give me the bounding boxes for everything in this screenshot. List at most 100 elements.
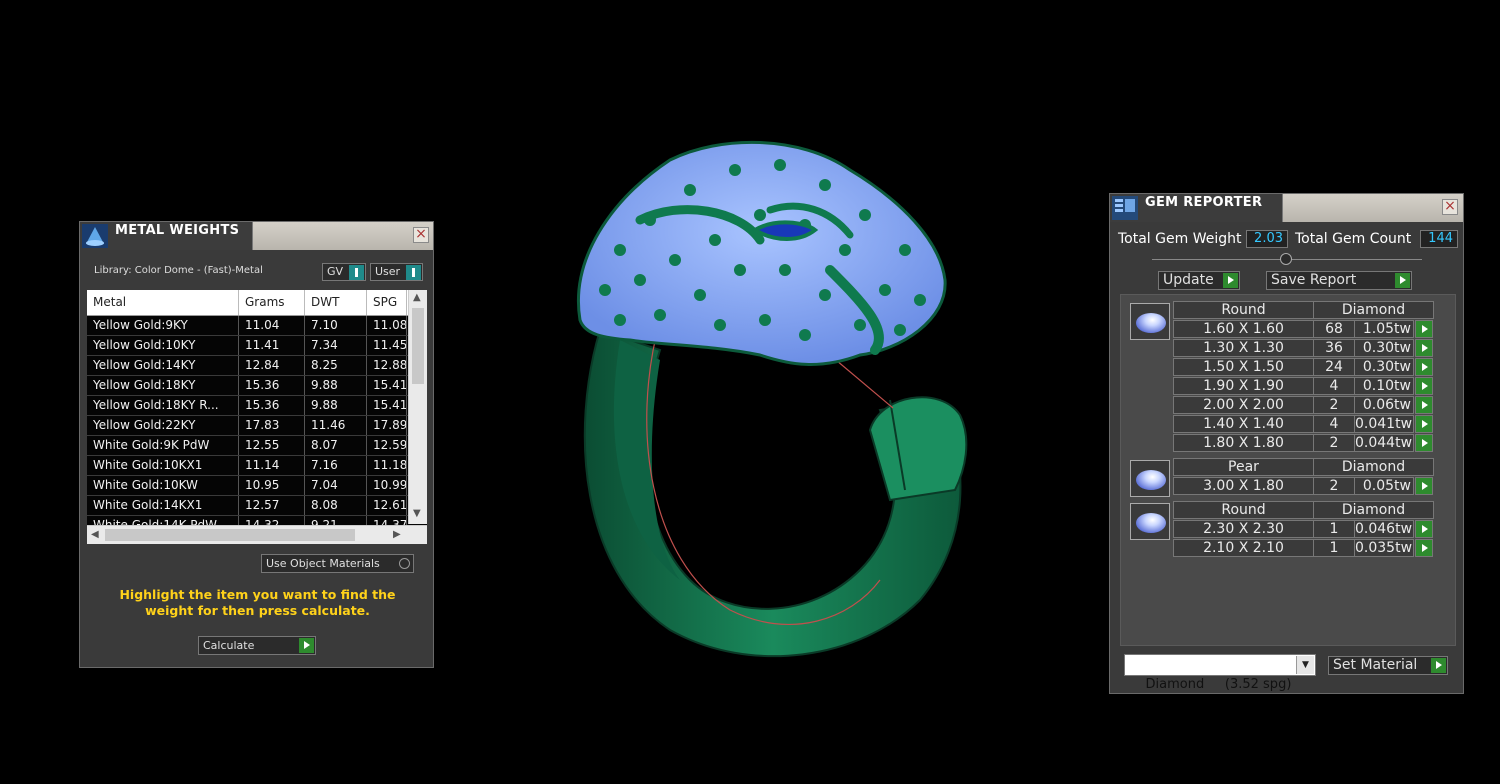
column-header-dwt[interactable]: DWT (305, 290, 367, 315)
vertical-scrollbar[interactable]: ▲ ▼ (408, 290, 427, 524)
scroll-thumb[interactable] (412, 308, 424, 384)
material-select[interactable]: Diamond (3.52 spg) ▼ (1124, 654, 1316, 692)
cell-spg: 12.88 (367, 356, 407, 375)
close-icon[interactable]: × (1442, 199, 1458, 215)
radio-icon (399, 558, 410, 569)
select-gem-arrow-icon[interactable] (1415, 358, 1433, 376)
play-arrow-icon (1422, 525, 1428, 533)
table-row[interactable]: White Gold:10KW 10.95 7.04 10.99 (87, 476, 427, 496)
table-row[interactable]: White Gold:14KX1 12.57 8.08 12.61 (87, 496, 427, 516)
select-gem-arrow-icon[interactable] (1415, 477, 1433, 495)
select-gem-arrow-icon[interactable] (1415, 396, 1433, 414)
horizontal-scrollbar[interactable]: ◀ ▶ (87, 525, 427, 544)
gem-shape-header: Pear (1173, 458, 1314, 476)
gem-size-cell: 1.40 X 1.40 (1173, 415, 1314, 433)
gem-count-cell: 68 (1313, 320, 1355, 338)
table-row[interactable]: Yellow Gold:10KY 11.41 7.34 11.45 (87, 336, 427, 356)
save-report-button[interactable]: Save Report (1266, 271, 1412, 290)
gem-count-cell: 2 (1313, 396, 1355, 414)
cell-dwt: 11.46 (305, 416, 367, 435)
scroll-thumb-horizontal[interactable] (105, 529, 355, 541)
column-header-grams[interactable]: Grams (239, 290, 305, 315)
table-row[interactable]: Yellow Gold:18KY R... 15.36 9.88 15.41 (87, 396, 427, 416)
gem-size-cell: 1.50 X 1.50 (1173, 358, 1314, 376)
cell-dwt: 9.88 (305, 376, 367, 395)
metal-app-icon (82, 224, 108, 248)
cell-metal: White Gold:10KW (87, 476, 239, 495)
play-arrow-icon (1422, 382, 1428, 390)
select-gem-arrow-icon[interactable] (1415, 434, 1433, 452)
gem-shape-icon[interactable] (1130, 503, 1170, 540)
cell-grams: 10.95 (239, 476, 305, 495)
cell-dwt: 8.07 (305, 436, 367, 455)
user-toggle[interactable]: User (370, 263, 423, 281)
select-gem-arrow-icon[interactable] (1415, 415, 1433, 433)
gem-size-cell: 2.10 X 2.10 (1173, 539, 1314, 557)
select-gem-arrow-icon[interactable] (1415, 320, 1433, 338)
slider-knob[interactable] (1280, 253, 1292, 265)
table-row[interactable]: Yellow Gold:14KY 12.84 8.25 12.88 (87, 356, 427, 376)
metal-weights-titlebar[interactable]: METAL WEIGHTS × (80, 222, 433, 250)
close-icon[interactable]: × (413, 227, 429, 243)
play-arrow-icon (1422, 420, 1428, 428)
calculate-button[interactable]: Calculate (198, 636, 316, 655)
table-row[interactable]: Yellow Gold:22KY 17.83 11.46 17.89 (87, 416, 427, 436)
total-gem-weight-value: 2.03 (1246, 230, 1288, 248)
play-arrow-icon (299, 638, 314, 653)
cell-metal: White Gold:9K PdW (87, 436, 239, 455)
play-arrow-icon (1223, 273, 1238, 288)
cell-spg: 10.99 (367, 476, 407, 495)
update-label: Update (1163, 272, 1214, 288)
table-row[interactable]: Yellow Gold:9KY 11.04 7.10 11.08 (87, 316, 427, 336)
gem-icon (1136, 470, 1166, 490)
total-gem-count-value: 144 (1420, 230, 1458, 248)
cell-grams: 12.57 (239, 496, 305, 515)
instruction-text: Highlight the item you want to find the … (119, 587, 396, 618)
cell-dwt: 7.10 (305, 316, 367, 335)
column-header-metal[interactable]: Metal (87, 290, 239, 315)
table-row[interactable]: White Gold:10KX1 11.14 7.16 11.18 (87, 456, 427, 476)
cell-dwt: 7.34 (305, 336, 367, 355)
ring-wire (829, 354, 894, 409)
select-gem-arrow-icon[interactable] (1415, 520, 1433, 538)
gem-weight-cell: 0.05tw (1354, 477, 1414, 495)
select-gem-arrow-icon[interactable] (1415, 339, 1433, 357)
select-gem-arrow-icon[interactable] (1415, 377, 1433, 395)
gem-shape-icon[interactable] (1130, 303, 1170, 340)
cell-dwt: 8.08 (305, 496, 367, 515)
play-arrow-icon (1422, 325, 1428, 333)
ring-3d-render[interactable] (560, 130, 980, 670)
table-row[interactable]: White Gold:9K PdW 12.55 8.07 12.59 (87, 436, 427, 456)
table-row[interactable]: Yellow Gold:18KY 15.36 9.88 15.41 (87, 376, 427, 396)
gem-weight-cell: 0.044tw (1354, 434, 1414, 452)
cell-dwt: 7.16 (305, 456, 367, 475)
gem-size-cell: 2.30 X 2.30 (1173, 520, 1314, 538)
metal-weights-title: METAL WEIGHTS (115, 223, 240, 238)
gem-count-cell: 24 (1313, 358, 1355, 376)
column-header-spg[interactable]: SPG (367, 290, 407, 315)
cell-metal: Yellow Gold:14KY (87, 356, 239, 375)
scroll-up-icon[interactable]: ▲ (413, 292, 421, 303)
use-object-materials-checkbox[interactable]: Use Object Materials (261, 554, 414, 573)
cell-dwt: 9.88 (305, 396, 367, 415)
gem-size-cell: 1.60 X 1.60 (1173, 320, 1314, 338)
gem-count-cell: 4 (1313, 415, 1355, 433)
gem-count-cell: 1 (1313, 539, 1355, 557)
gem-shape-icon[interactable] (1130, 460, 1170, 497)
update-button[interactable]: Update (1158, 271, 1240, 290)
set-material-button[interactable]: Set Material (1328, 656, 1448, 675)
gem-weight-cell: 0.046tw (1354, 520, 1414, 538)
play-arrow-icon (1422, 344, 1428, 352)
gem-reporter-titlebar[interactable]: GEM REPORTER × (1110, 194, 1463, 222)
cell-spg: 11.45 (367, 336, 407, 355)
scroll-right-icon[interactable]: ▶ (393, 529, 401, 540)
gem-material-header: Diamond (1313, 501, 1434, 519)
cell-metal: Yellow Gold:9KY (87, 316, 239, 335)
scroll-down-icon[interactable]: ▼ (413, 508, 421, 519)
scroll-left-icon[interactable]: ◀ (91, 529, 99, 540)
gem-shape-header: Round (1173, 501, 1314, 519)
select-gem-arrow-icon[interactable] (1415, 539, 1433, 557)
user-label: User (375, 265, 401, 278)
gv-toggle[interactable]: GV (322, 263, 366, 281)
cell-grams: 17.83 (239, 416, 305, 435)
